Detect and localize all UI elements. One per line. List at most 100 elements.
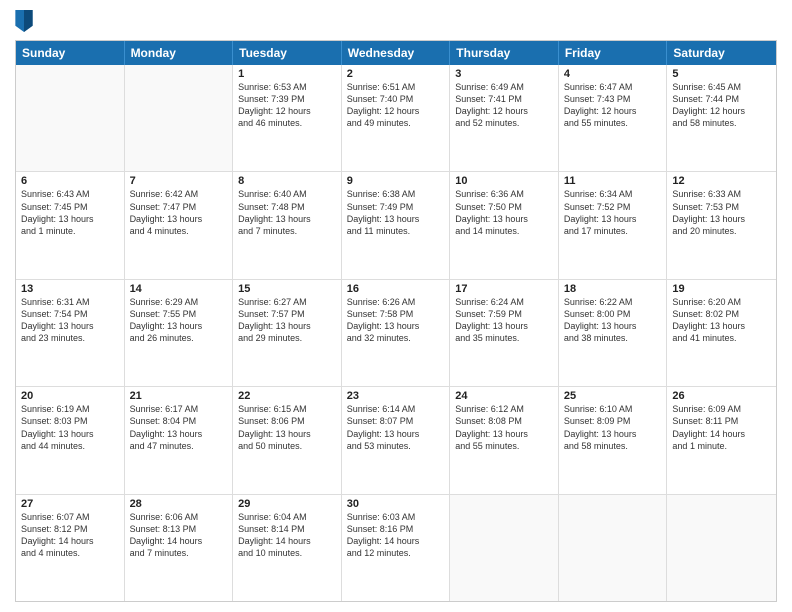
calendar-cell: 11Sunrise: 6:34 AM Sunset: 7:52 PM Dayli… <box>559 172 668 278</box>
calendar-cell: 26Sunrise: 6:09 AM Sunset: 8:11 PM Dayli… <box>667 387 776 493</box>
calendar-cell: 5Sunrise: 6:45 AM Sunset: 7:44 PM Daylig… <box>667 65 776 171</box>
calendar-cell: 17Sunrise: 6:24 AM Sunset: 7:59 PM Dayli… <box>450 280 559 386</box>
calendar-cell: 20Sunrise: 6:19 AM Sunset: 8:03 PM Dayli… <box>16 387 125 493</box>
cell-details: Sunrise: 6:04 AM Sunset: 8:14 PM Dayligh… <box>238 511 336 560</box>
cell-details: Sunrise: 6:14 AM Sunset: 8:07 PM Dayligh… <box>347 403 445 452</box>
calendar-row-2: 13Sunrise: 6:31 AM Sunset: 7:54 PM Dayli… <box>16 279 776 386</box>
header-day-wednesday: Wednesday <box>342 41 451 65</box>
logo <box>15 10 37 32</box>
calendar-cell: 23Sunrise: 6:14 AM Sunset: 8:07 PM Dayli… <box>342 387 451 493</box>
day-number: 8 <box>238 175 336 187</box>
day-number: 16 <box>347 283 445 295</box>
calendar-cell: 2Sunrise: 6:51 AM Sunset: 7:40 PM Daylig… <box>342 65 451 171</box>
calendar-cell: 8Sunrise: 6:40 AM Sunset: 7:48 PM Daylig… <box>233 172 342 278</box>
day-number: 11 <box>564 175 662 187</box>
cell-details: Sunrise: 6:09 AM Sunset: 8:11 PM Dayligh… <box>672 403 771 452</box>
day-number: 6 <box>21 175 119 187</box>
cell-details: Sunrise: 6:43 AM Sunset: 7:45 PM Dayligh… <box>21 188 119 237</box>
cell-details: Sunrise: 6:45 AM Sunset: 7:44 PM Dayligh… <box>672 81 771 130</box>
day-number: 18 <box>564 283 662 295</box>
calendar-cell: 3Sunrise: 6:49 AM Sunset: 7:41 PM Daylig… <box>450 65 559 171</box>
header <box>15 10 777 32</box>
day-number: 14 <box>130 283 228 295</box>
cell-details: Sunrise: 6:53 AM Sunset: 7:39 PM Dayligh… <box>238 81 336 130</box>
page: SundayMondayTuesdayWednesdayThursdayFrid… <box>0 0 792 612</box>
cell-details: Sunrise: 6:38 AM Sunset: 7:49 PM Dayligh… <box>347 188 445 237</box>
calendar-cell: 6Sunrise: 6:43 AM Sunset: 7:45 PM Daylig… <box>16 172 125 278</box>
cell-details: Sunrise: 6:51 AM Sunset: 7:40 PM Dayligh… <box>347 81 445 130</box>
day-number: 4 <box>564 68 662 80</box>
calendar-row-0: 1Sunrise: 6:53 AM Sunset: 7:39 PM Daylig… <box>16 65 776 171</box>
cell-details: Sunrise: 6:12 AM Sunset: 8:08 PM Dayligh… <box>455 403 553 452</box>
calendar-cell: 13Sunrise: 6:31 AM Sunset: 7:54 PM Dayli… <box>16 280 125 386</box>
day-number: 3 <box>455 68 553 80</box>
calendar-cell: 19Sunrise: 6:20 AM Sunset: 8:02 PM Dayli… <box>667 280 776 386</box>
day-number: 7 <box>130 175 228 187</box>
cell-details: Sunrise: 6:40 AM Sunset: 7:48 PM Dayligh… <box>238 188 336 237</box>
calendar-cell: 9Sunrise: 6:38 AM Sunset: 7:49 PM Daylig… <box>342 172 451 278</box>
calendar: SundayMondayTuesdayWednesdayThursdayFrid… <box>15 40 777 602</box>
calendar-row-1: 6Sunrise: 6:43 AM Sunset: 7:45 PM Daylig… <box>16 171 776 278</box>
calendar-cell: 15Sunrise: 6:27 AM Sunset: 7:57 PM Dayli… <box>233 280 342 386</box>
day-number: 29 <box>238 498 336 510</box>
calendar-body: 1Sunrise: 6:53 AM Sunset: 7:39 PM Daylig… <box>16 65 776 601</box>
cell-details: Sunrise: 6:33 AM Sunset: 7:53 PM Dayligh… <box>672 188 771 237</box>
day-number: 25 <box>564 390 662 402</box>
calendar-cell: 27Sunrise: 6:07 AM Sunset: 8:12 PM Dayli… <box>16 495 125 601</box>
day-number: 9 <box>347 175 445 187</box>
cell-details: Sunrise: 6:31 AM Sunset: 7:54 PM Dayligh… <box>21 296 119 345</box>
cell-details: Sunrise: 6:47 AM Sunset: 7:43 PM Dayligh… <box>564 81 662 130</box>
cell-details: Sunrise: 6:19 AM Sunset: 8:03 PM Dayligh… <box>21 403 119 452</box>
calendar-cell <box>125 65 234 171</box>
day-number: 2 <box>347 68 445 80</box>
day-number: 23 <box>347 390 445 402</box>
header-day-friday: Friday <box>559 41 668 65</box>
calendar-cell: 21Sunrise: 6:17 AM Sunset: 8:04 PM Dayli… <box>125 387 234 493</box>
header-day-thursday: Thursday <box>450 41 559 65</box>
calendar-cell: 24Sunrise: 6:12 AM Sunset: 8:08 PM Dayli… <box>450 387 559 493</box>
day-number: 1 <box>238 68 336 80</box>
calendar-cell <box>559 495 668 601</box>
cell-details: Sunrise: 6:29 AM Sunset: 7:55 PM Dayligh… <box>130 296 228 345</box>
logo-icon <box>15 10 33 32</box>
day-number: 19 <box>672 283 771 295</box>
cell-details: Sunrise: 6:17 AM Sunset: 8:04 PM Dayligh… <box>130 403 228 452</box>
cell-details: Sunrise: 6:20 AM Sunset: 8:02 PM Dayligh… <box>672 296 771 345</box>
calendar-cell: 10Sunrise: 6:36 AM Sunset: 7:50 PM Dayli… <box>450 172 559 278</box>
calendar-cell: 16Sunrise: 6:26 AM Sunset: 7:58 PM Dayli… <box>342 280 451 386</box>
day-number: 15 <box>238 283 336 295</box>
cell-details: Sunrise: 6:26 AM Sunset: 7:58 PM Dayligh… <box>347 296 445 345</box>
calendar-cell: 22Sunrise: 6:15 AM Sunset: 8:06 PM Dayli… <box>233 387 342 493</box>
calendar-cell <box>450 495 559 601</box>
day-number: 5 <box>672 68 771 80</box>
cell-details: Sunrise: 6:03 AM Sunset: 8:16 PM Dayligh… <box>347 511 445 560</box>
header-day-sunday: Sunday <box>16 41 125 65</box>
calendar-cell: 12Sunrise: 6:33 AM Sunset: 7:53 PM Dayli… <box>667 172 776 278</box>
cell-details: Sunrise: 6:36 AM Sunset: 7:50 PM Dayligh… <box>455 188 553 237</box>
day-number: 10 <box>455 175 553 187</box>
calendar-header: SundayMondayTuesdayWednesdayThursdayFrid… <box>16 41 776 65</box>
calendar-cell: 30Sunrise: 6:03 AM Sunset: 8:16 PM Dayli… <box>342 495 451 601</box>
day-number: 21 <box>130 390 228 402</box>
cell-details: Sunrise: 6:07 AM Sunset: 8:12 PM Dayligh… <box>21 511 119 560</box>
day-number: 28 <box>130 498 228 510</box>
calendar-cell: 18Sunrise: 6:22 AM Sunset: 8:00 PM Dayli… <box>559 280 668 386</box>
calendar-row-4: 27Sunrise: 6:07 AM Sunset: 8:12 PM Dayli… <box>16 494 776 601</box>
cell-details: Sunrise: 6:06 AM Sunset: 8:13 PM Dayligh… <box>130 511 228 560</box>
cell-details: Sunrise: 6:34 AM Sunset: 7:52 PM Dayligh… <box>564 188 662 237</box>
header-day-monday: Monday <box>125 41 234 65</box>
cell-details: Sunrise: 6:24 AM Sunset: 7:59 PM Dayligh… <box>455 296 553 345</box>
cell-details: Sunrise: 6:10 AM Sunset: 8:09 PM Dayligh… <box>564 403 662 452</box>
header-day-tuesday: Tuesday <box>233 41 342 65</box>
header-day-saturday: Saturday <box>667 41 776 65</box>
calendar-cell <box>16 65 125 171</box>
cell-details: Sunrise: 6:27 AM Sunset: 7:57 PM Dayligh… <box>238 296 336 345</box>
calendar-cell <box>667 495 776 601</box>
day-number: 13 <box>21 283 119 295</box>
day-number: 22 <box>238 390 336 402</box>
day-number: 12 <box>672 175 771 187</box>
cell-details: Sunrise: 6:49 AM Sunset: 7:41 PM Dayligh… <box>455 81 553 130</box>
calendar-cell: 1Sunrise: 6:53 AM Sunset: 7:39 PM Daylig… <box>233 65 342 171</box>
calendar-row-3: 20Sunrise: 6:19 AM Sunset: 8:03 PM Dayli… <box>16 386 776 493</box>
calendar-cell: 25Sunrise: 6:10 AM Sunset: 8:09 PM Dayli… <box>559 387 668 493</box>
